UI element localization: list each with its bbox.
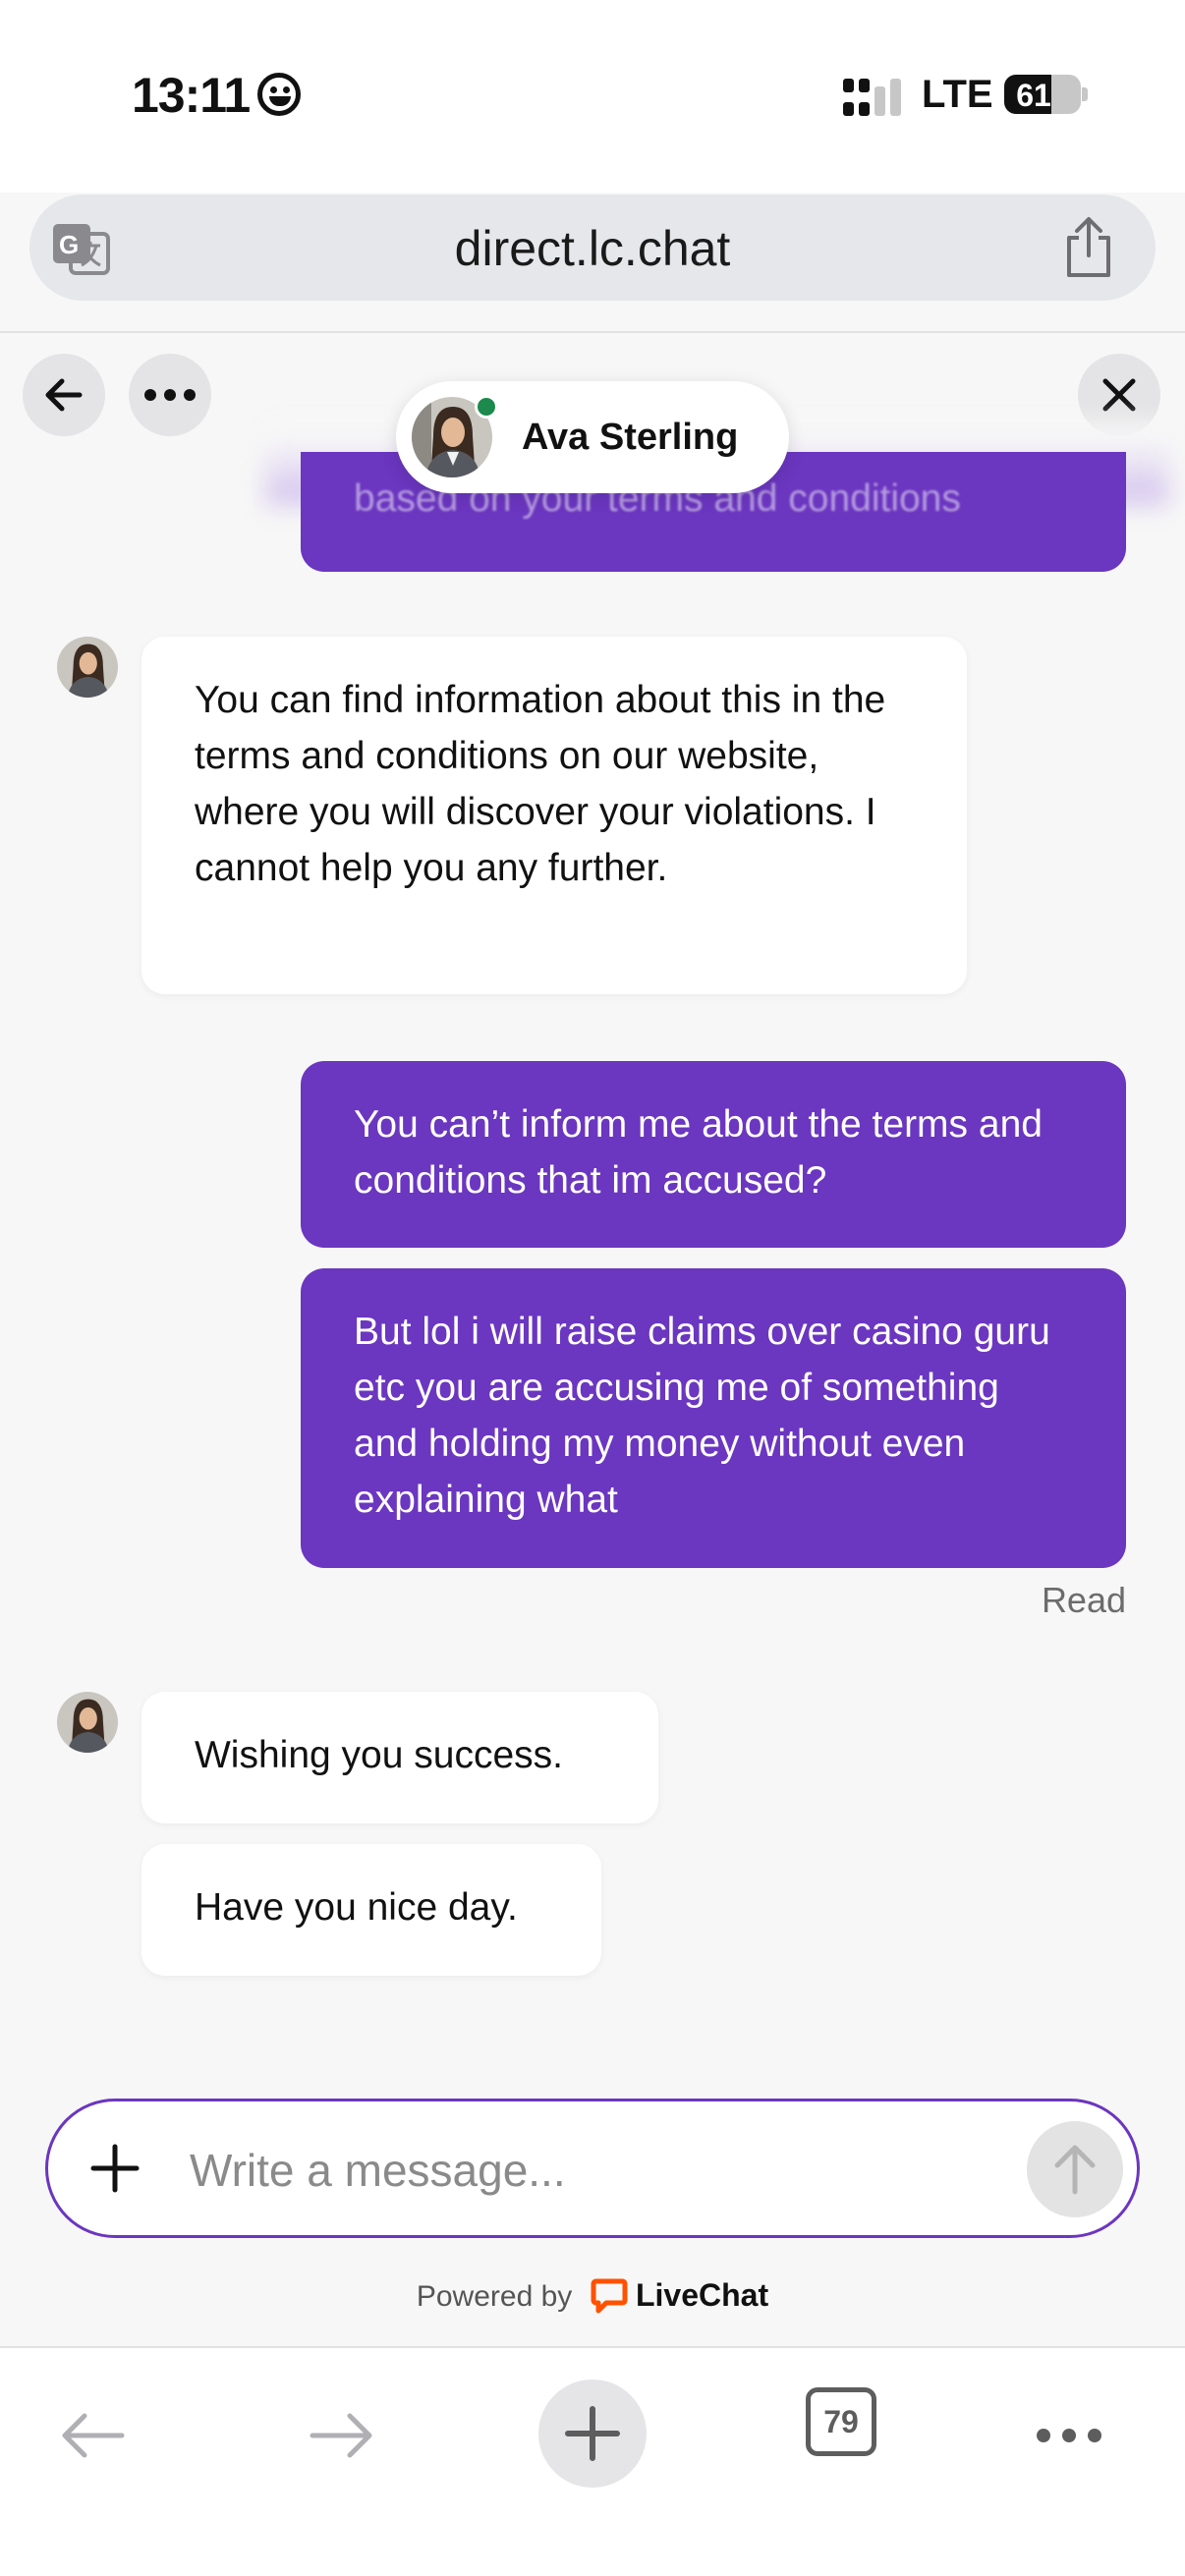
arrow-left-icon [62,2413,125,2458]
close-icon [1102,378,1136,412]
arrow-up-icon [1054,2145,1096,2195]
livechat-brand: LiveChat [635,2277,769,2313]
address-bar[interactable]: G direct.lc.chat [29,195,1156,301]
message-text: But lol i will raise claims over casino … [354,1311,1050,1521]
message-bubble-user: You can’t inform me about the terms and … [301,1061,1126,1248]
message-bubble-agent: Have you nice day. [141,1844,601,1976]
send-button[interactable] [1027,2121,1123,2217]
message-bubble-agent: Wishing you success. [141,1692,658,1823]
battery-icon: 61 [1004,75,1081,114]
message-composer [45,2099,1140,2238]
share-icon[interactable] [1061,216,1116,279]
agent-header[interactable]: Ava Sterling [396,381,789,493]
url-text[interactable]: direct.lc.chat [29,220,1156,277]
livechat-logo-icon [591,2278,628,2314]
toolbar-divider [0,331,1185,333]
agent-avatar-small [57,637,118,698]
battery-level: 61 [1016,78,1051,113]
powered-by[interactable]: Powered by LiveChat [0,2277,1185,2314]
ellipsis-icon [1037,2429,1101,2442]
agent-avatar-small [57,1692,118,1753]
message-text: You can’t inform me about the terms and … [354,1103,1043,1202]
smiley-icon [257,73,301,116]
browser-forward-button[interactable] [295,2393,389,2478]
signal-icon [843,79,902,116]
powered-by-label: Powered by [416,2280,573,2313]
message-text: Have you nice day. [195,1886,518,1929]
plus-icon [565,2406,620,2461]
online-status-indicator [475,395,498,419]
message-input[interactable] [190,2141,1015,2200]
more-options-button[interactable] [129,354,211,436]
new-tab-button[interactable] [538,2380,647,2488]
attach-plus-icon[interactable] [87,2141,142,2196]
back-button[interactable] [23,354,105,436]
read-receipt: Read [1041,1580,1126,1620]
arrow-right-icon [310,2413,372,2458]
status-time: 13:11 [132,68,251,123]
message-text: You can find information about this in t… [195,679,886,889]
network-label: LTE [922,73,993,116]
browser-back-button[interactable] [45,2393,140,2478]
message-bubble-user: But lol i will raise claims over casino … [301,1268,1126,1568]
status-bar: 13:11 LTE 61 G direct.lc.chat [0,0,1185,301]
browser-toolbar: 79 [0,2346,1185,2576]
browser-menu-button[interactable] [1022,2393,1116,2478]
ellipsis-icon [144,389,196,401]
message-bubble-agent: You can find information about this in t… [141,637,967,994]
tab-count-button[interactable]: 79 [806,2387,876,2456]
agent-name: Ava Sterling [522,417,739,458]
arrow-left-icon [45,378,83,412]
battery-cap [1082,87,1088,101]
message-text: Wishing you success. [195,1734,563,1776]
